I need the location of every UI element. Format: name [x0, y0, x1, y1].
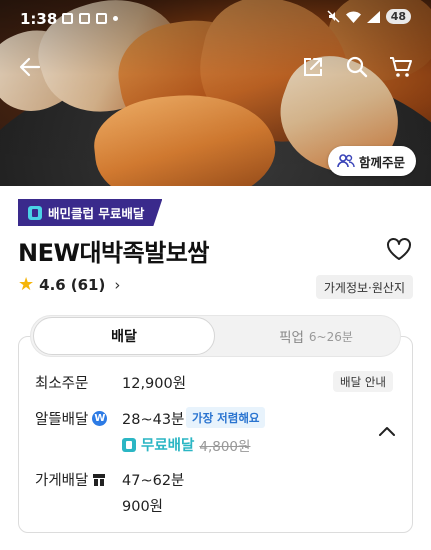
delivery-guide-button[interactable]: 배달 안내 — [333, 371, 393, 392]
store-icon — [92, 473, 106, 487]
notification-icon — [62, 13, 73, 24]
min-order-value: 12,900원 — [122, 376, 187, 392]
mute-icon — [327, 10, 340, 23]
signal-icon — [366, 10, 380, 23]
free-delivery-label: 무료배달 — [141, 438, 195, 454]
status-time: 1:38 — [20, 10, 58, 28]
original-delivery-fee: 4,800원 — [199, 438, 251, 455]
cart-icon[interactable] — [386, 52, 416, 82]
delivery-pickup-tabs: 배달 픽업 6~26분 — [30, 315, 401, 357]
cheapest-tag: 가장 저렴해요 — [186, 407, 266, 428]
chevron-right-icon: › — [114, 276, 121, 294]
share-icon[interactable] — [298, 52, 328, 82]
notification-dot-icon — [113, 16, 118, 21]
store-delivery-time: 47~62분 — [122, 473, 185, 489]
battery-icon: 48 — [385, 9, 411, 24]
club-free-delivery-badge: 배민클럽 무료배달 — [18, 199, 162, 226]
saver-delivery-label-text: 알뜰배달 — [35, 412, 89, 428]
people-icon — [337, 154, 355, 168]
store-info-button[interactable]: 가게정보·원산지 — [315, 275, 413, 299]
status-bar: 1:38 48 — [0, 0, 431, 38]
saver-delivery-time: 28~43분 — [122, 412, 185, 428]
status-notification-icons — [62, 13, 118, 24]
saver-w-icon: W — [92, 411, 108, 426]
min-order-label-text: 최소주문 — [35, 376, 89, 392]
together-order-button[interactable]: 함께주문 — [328, 146, 417, 176]
club-badge-label: 배민클럽 무료배달 — [48, 206, 145, 221]
tab-delivery[interactable]: 배달 — [33, 317, 215, 355]
free-delivery-row: 무료배달 4,800원 — [122, 434, 250, 455]
rating-link[interactable]: ★ 4.6 (61) › — [18, 274, 121, 295]
store-delivery-label: 가게배달 — [35, 469, 106, 490]
heart-icon[interactable] — [386, 237, 414, 263]
status-system-icons: 48 — [327, 9, 411, 24]
notification-icon — [79, 13, 90, 24]
search-icon[interactable] — [342, 52, 372, 82]
free-delivery-icon — [122, 437, 136, 452]
tab-pickup-label: 픽업 — [279, 330, 304, 346]
wifi-icon — [345, 11, 361, 23]
back-arrow-icon[interactable] — [15, 52, 45, 82]
review-count: (61) — [70, 276, 106, 294]
saver-delivery-label: 알뜰배달 W — [35, 408, 108, 429]
store-delivery-label-text: 가게배달 — [35, 473, 89, 489]
rating-value: 4.6 — [39, 276, 66, 294]
baemin-club-icon — [28, 206, 42, 220]
star-icon: ★ — [18, 274, 35, 295]
tab-pickup-time: 6~26분 — [308, 329, 353, 344]
store-name: NEW대박족발보쌈 — [18, 239, 209, 267]
notification-icon — [96, 13, 107, 24]
min-order-label: 최소주문 — [35, 372, 88, 393]
tab-pickup[interactable]: 픽업 6~26분 — [231, 316, 401, 356]
together-order-label: 함께주문 — [359, 154, 406, 170]
chevron-up-icon[interactable] — [378, 422, 396, 436]
store-delivery-fee: 900원 — [122, 499, 164, 515]
